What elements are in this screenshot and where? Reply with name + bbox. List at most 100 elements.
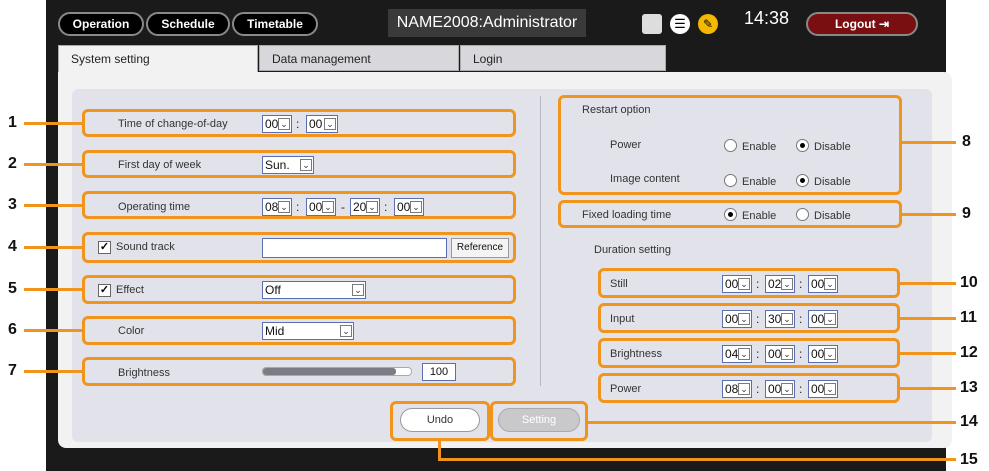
callout-7: 7: [8, 362, 17, 379]
tab-system-setting[interactable]: System setting: [58, 45, 258, 73]
fixed-loading-disable-label: Disable: [814, 210, 851, 222]
duration-power-minute-value: 00: [768, 382, 782, 396]
logout-icon: ⇥: [878, 17, 890, 31]
operating-end-minute-value: 00: [397, 200, 411, 214]
clock: 14:38: [744, 8, 790, 28]
sound-track-checkbox[interactable]: ✓: [98, 241, 111, 254]
first-day-select[interactable]: Sun. ⌄: [262, 156, 314, 174]
wrench-icon[interactable]: ✎: [698, 14, 718, 34]
callout-10: 10: [960, 274, 978, 291]
operating-time-label: Operating time: [118, 201, 191, 213]
schedule-button[interactable]: Schedule: [146, 12, 230, 36]
callout-line: [588, 421, 956, 424]
restart-power-enable-radio[interactable]: [724, 139, 737, 152]
chevron-down-icon: ⌄: [781, 383, 793, 395]
callout-line: [902, 213, 956, 216]
input-second-value: 00: [811, 312, 825, 326]
chevron-down-icon: ⌄: [738, 383, 750, 395]
brightness-value[interactable]: 100: [422, 363, 456, 381]
duration-brightness-minute[interactable]: 00 ⌄: [765, 345, 795, 363]
still-minute[interactable]: 02 ⌄: [765, 275, 795, 293]
fixed-loading-label: Fixed loading time: [582, 209, 672, 221]
duration-power-minute[interactable]: 00 ⌄: [765, 380, 795, 398]
still-label: Still: [610, 278, 628, 290]
fixed-loading-enable-label: Enable: [742, 210, 777, 222]
restart-image-enable-label: Enable: [742, 176, 777, 188]
restart-image-disable-label: Disable: [814, 176, 851, 188]
operation-button[interactable]: Operation: [58, 12, 144, 36]
callout-5: 5: [8, 280, 17, 297]
operating-start-hour-value: 08: [265, 200, 279, 214]
still-second[interactable]: 00 ⌄: [808, 275, 838, 293]
fixed-loading-enable-radio[interactable]: [724, 208, 737, 221]
still-hour[interactable]: 00 ⌄: [722, 275, 752, 293]
setting-button[interactable]: Setting: [498, 408, 580, 432]
column-divider: [540, 96, 541, 386]
callout-line: [900, 282, 956, 285]
duration-brightness-second-value: 00: [811, 347, 825, 361]
chevron-down-icon: ⌄: [278, 201, 290, 213]
calendar-icon[interactable]: [642, 14, 662, 34]
time-separator: :: [296, 200, 300, 214]
restart-image-disable-radio[interactable]: [796, 174, 809, 187]
change-of-day-label: Time of change-of-day: [118, 118, 228, 130]
restart-power-disable-radio[interactable]: [796, 139, 809, 152]
callout-11: 11: [960, 309, 977, 326]
tab-data-management[interactable]: Data management: [259, 45, 459, 71]
operating-end-hour-value: 20: [353, 200, 367, 214]
change-of-day-minute-value: 00: [309, 117, 323, 131]
list-icon[interactable]: ☰: [670, 14, 690, 34]
change-of-day-hour-value: 00: [265, 117, 279, 131]
operating-end-minute[interactable]: 00 ⌄: [394, 198, 424, 216]
chevron-down-icon: ⌄: [352, 284, 364, 296]
callout-14: 14: [960, 413, 978, 430]
timetable-button[interactable]: Timetable: [232, 12, 318, 36]
time-separator: :: [799, 382, 803, 396]
input-second[interactable]: 00 ⌄: [808, 310, 838, 328]
callout-line: [24, 204, 82, 207]
chevron-down-icon: ⌄: [824, 348, 836, 360]
chevron-down-icon: ⌄: [300, 159, 312, 171]
time-separator: :: [756, 312, 760, 326]
input-hour[interactable]: 00 ⌄: [722, 310, 752, 328]
page-title: NAME2008:Administrator: [388, 9, 586, 37]
restart-image-enable-radio[interactable]: [724, 174, 737, 187]
callout-line: [900, 387, 956, 390]
duration-brightness-minute-value: 00: [768, 347, 782, 361]
change-of-day-hour[interactable]: 00 ⌄: [262, 115, 292, 133]
callout-6: 6: [8, 321, 17, 338]
change-of-day-minute[interactable]: 00 ⌄: [306, 115, 338, 133]
sound-track-label: Sound track: [116, 241, 175, 253]
duration-brightness-hour[interactable]: 04 ⌄: [722, 345, 752, 363]
input-label: Input: [610, 313, 635, 325]
brightness-label: Brightness: [118, 367, 170, 379]
operating-end-hour[interactable]: 20 ⌄: [350, 198, 380, 216]
operating-start-minute[interactable]: 00 ⌄: [306, 198, 336, 216]
logout-button[interactable]: Logout ⇥: [806, 12, 918, 36]
restart-power-disable-label: Disable: [814, 141, 851, 153]
input-minute[interactable]: 30 ⌄: [765, 310, 795, 328]
range-separator: -: [341, 200, 345, 214]
effect-checkbox[interactable]: ✓: [98, 284, 111, 297]
duration-brightness-second[interactable]: 00 ⌄: [808, 345, 838, 363]
chevron-down-icon: ⌄: [824, 383, 836, 395]
duration-power-second[interactable]: 00 ⌄: [808, 380, 838, 398]
callout-8: 8: [962, 133, 971, 150]
callout-line: [24, 329, 82, 332]
fixed-loading-disable-radio[interactable]: [796, 208, 809, 221]
duration-power-hour[interactable]: 08 ⌄: [722, 380, 752, 398]
brightness-slider[interactable]: [262, 367, 412, 376]
chevron-down-icon: ⌄: [781, 348, 793, 360]
tab-login[interactable]: Login: [460, 45, 666, 71]
undo-button[interactable]: Undo: [400, 408, 480, 432]
color-select[interactable]: Mid ⌄: [262, 322, 354, 340]
chevron-down-icon: ⌄: [340, 325, 352, 337]
reference-button[interactable]: Reference: [451, 238, 509, 258]
color-value: Mid: [265, 324, 285, 338]
chevron-down-icon: ⌄: [824, 313, 836, 325]
sound-track-input[interactable]: [262, 238, 447, 258]
time-separator: :: [384, 200, 388, 214]
restart-power-enable-label: Enable: [742, 141, 777, 153]
effect-select[interactable]: Off ⌄: [262, 281, 366, 299]
operating-start-hour[interactable]: 08 ⌄: [262, 198, 292, 216]
